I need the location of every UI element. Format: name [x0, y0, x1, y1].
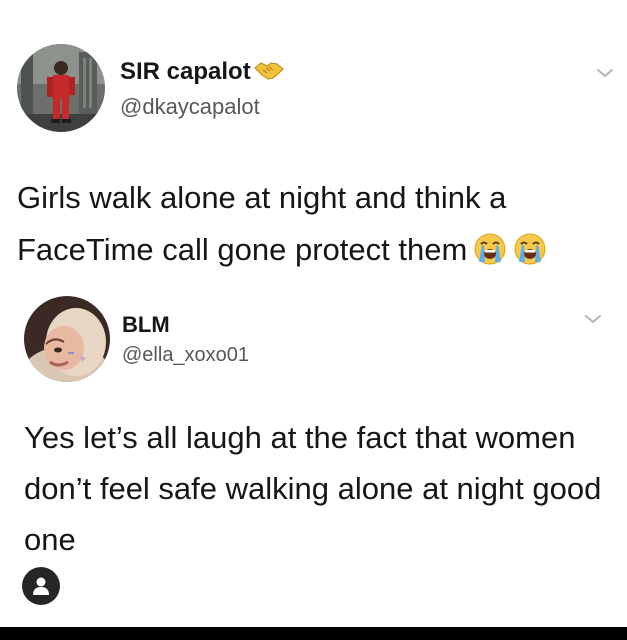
crying-face-icon — [513, 230, 547, 282]
chevron-down-icon[interactable] — [596, 66, 614, 84]
crying-face-icon — [473, 230, 507, 282]
handshake-icon — [253, 59, 284, 86]
display-name[interactable]: BLM — [122, 312, 170, 338]
name-row: BLM — [122, 312, 170, 338]
chevron-down-icon[interactable] — [584, 312, 602, 330]
avatar-blm[interactable] — [24, 296, 110, 382]
profile-button[interactable] — [22, 567, 60, 605]
tweet-text: Yes let’s all laugh at the fact that wom… — [24, 420, 602, 557]
handle[interactable]: @ella_xoxo01 — [122, 344, 249, 367]
user-icon — [33, 577, 49, 595]
tweet-2: BLM @ella_xoxo01 Yes let’s all laugh at … — [0, 290, 627, 610]
tweet-1: SIR capalot @dkaycapalot Girls walk alon… — [0, 0, 627, 290]
name-row: SIR capalot — [120, 58, 284, 86]
avatar-sir-capalot[interactable] — [17, 44, 105, 132]
handle[interactable]: @dkaycapalot — [120, 94, 260, 120]
tweet-text-content: Girls walk alone at night and think a Fa… — [17, 180, 507, 267]
tweet-text: Girls walk alone at night and think a Fa… — [17, 172, 617, 282]
display-name[interactable]: SIR capalot — [120, 58, 251, 86]
bottom-bar — [0, 627, 627, 640]
